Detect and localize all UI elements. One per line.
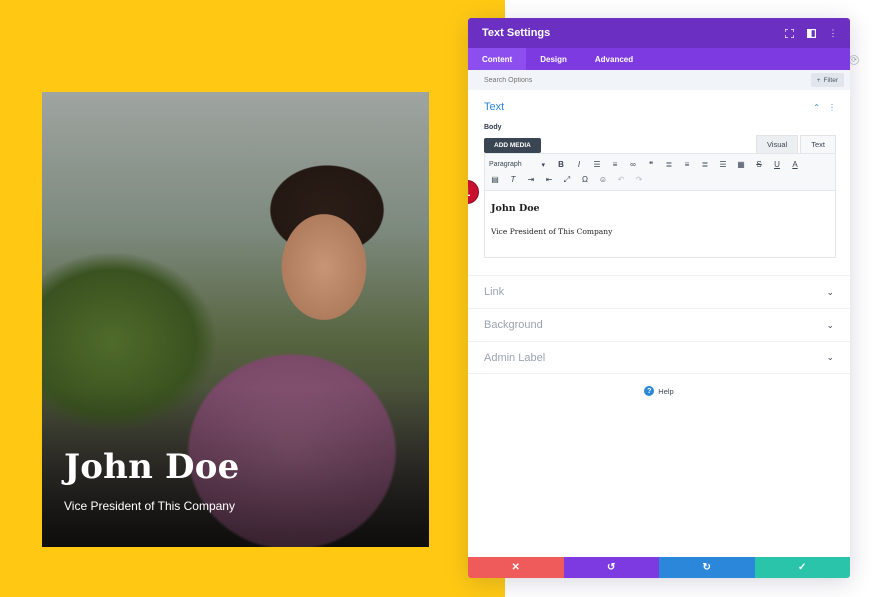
tab-design[interactable]: Design <box>526 48 581 70</box>
align-center-icon[interactable]: ≡ <box>681 160 693 169</box>
card-role[interactable]: Vice President of This Company <box>64 499 235 513</box>
chevron-down-icon: ⌄ <box>826 352 834 362</box>
fullscreen-icon[interactable]: ⤢ <box>561 175 573 185</box>
help-label: Help <box>658 386 674 396</box>
help-link[interactable]: ? Help <box>468 386 850 396</box>
paste-icon[interactable]: ▤ <box>489 175 501 184</box>
bold-icon[interactable]: B <box>555 160 567 169</box>
link-icon[interactable]: ∞ <box>627 160 639 169</box>
paragraph-select[interactable]: Paragraph ▾ <box>489 161 549 169</box>
indent-icon[interactable]: ⇥ <box>525 175 537 184</box>
outdent-icon[interactable]: ⇤ <box>543 175 555 184</box>
editor-toolbar: Paragraph ▾ B I ☰ ≡ ∞ ❝ ≣ ≡ ≣ ☰ ▦ S U A … <box>484 153 836 191</box>
section-admin-label[interactable]: Admin Label ⌄ <box>468 341 850 374</box>
plus-icon: + <box>816 76 821 84</box>
panel-title: Text Settings <box>482 27 551 39</box>
card-name[interactable]: John Doe <box>64 447 239 487</box>
search-options-row: + Filter <box>468 70 850 90</box>
section-background[interactable]: Background ⌄ <box>468 308 850 341</box>
cancel-button[interactable]: ✕ <box>468 557 564 578</box>
more-vertical-icon[interactable]: ⋮ <box>828 28 838 38</box>
text-color-icon[interactable]: A <box>789 160 801 169</box>
section-background-title: Background <box>484 319 543 331</box>
filter-button[interactable]: + Filter <box>810 73 844 87</box>
blockquote-icon[interactable]: ❝ <box>645 160 657 169</box>
section-link-title: Link <box>484 286 505 298</box>
special-character-icon[interactable]: Ω <box>579 175 591 184</box>
text-section-title: Text <box>484 101 505 113</box>
paragraph-select-value: Paragraph <box>489 160 522 168</box>
tab-advanced[interactable]: Advanced <box>581 48 647 70</box>
visual-mode-tab[interactable]: Visual <box>755 135 799 153</box>
undo-button[interactable]: ↺ <box>563 557 659 578</box>
filter-label: Filter <box>823 76 838 84</box>
text-section: Text ⌃ ⋮ Body ADD MEDIA Visual Text Para… <box>468 90 850 275</box>
search-options-input[interactable] <box>484 76 811 84</box>
emoji-icon[interactable]: ☺ <box>597 175 609 184</box>
section-link[interactable]: Link ⌄ <box>468 275 850 308</box>
fullscreen-icon[interactable] <box>784 28 794 38</box>
table-icon[interactable]: ▦ <box>735 160 747 169</box>
chevron-down-icon: ▾ <box>541 161 545 169</box>
settings-panel: Text Settings ⋮ Content Design Advanced … <box>468 18 850 578</box>
text-section-header[interactable]: Text ⌃ ⋮ <box>484 98 836 116</box>
undo-icon[interactable]: ↶ <box>615 175 627 184</box>
align-justify-icon[interactable]: ☰ <box>717 160 729 169</box>
panel-tabs: Content Design Advanced <box>468 48 850 70</box>
split-view-icon[interactable] <box>806 28 816 38</box>
editor-heading: John Doe <box>491 203 540 214</box>
section-admin-label-title: Admin Label <box>484 351 546 364</box>
strikethrough-icon[interactable]: S <box>753 160 765 169</box>
panel-footer: ✕ ↺ ↻ ✓ <box>468 557 850 578</box>
editor-content-area[interactable]: John Doe Vice President of This Company <box>484 191 836 258</box>
chevron-up-icon[interactable]: ⌃ <box>813 103 820 112</box>
editor-paragraph: Vice President of This Company <box>491 227 613 236</box>
italic-icon[interactable]: I <box>573 160 585 169</box>
chevron-down-icon: ⌄ <box>826 319 834 330</box>
add-media-button[interactable]: ADD MEDIA <box>484 138 541 153</box>
help-icon: ? <box>644 386 655 396</box>
align-left-icon[interactable]: ≣ <box>663 160 675 169</box>
body-label: Body <box>484 124 502 131</box>
panel-header[interactable]: Text Settings ⋮ <box>468 18 850 48</box>
align-right-icon[interactable]: ≣ <box>699 160 711 169</box>
underline-icon[interactable]: U <box>771 160 783 169</box>
save-button[interactable]: ✓ <box>754 557 850 578</box>
text-mode-tab[interactable]: Text <box>800 135 836 153</box>
redo-icon[interactable]: ↷ <box>633 175 645 184</box>
tab-content[interactable]: Content <box>468 48 527 70</box>
step-badge: 1 <box>468 180 479 204</box>
redo-button[interactable]: ↻ <box>659 557 755 578</box>
chevron-down-icon: ⌄ <box>826 286 834 297</box>
bullet-list-icon[interactable]: ☰ <box>591 160 603 169</box>
refresh-icon[interactable]: ⟳ <box>849 55 859 65</box>
profile-photo-card[interactable]: John Doe Vice President of This Company <box>42 92 429 547</box>
clear-formatting-icon[interactable]: T <box>507 175 519 184</box>
numbered-list-icon[interactable]: ≡ <box>609 160 621 169</box>
more-vertical-icon[interactable]: ⋮ <box>828 103 836 112</box>
